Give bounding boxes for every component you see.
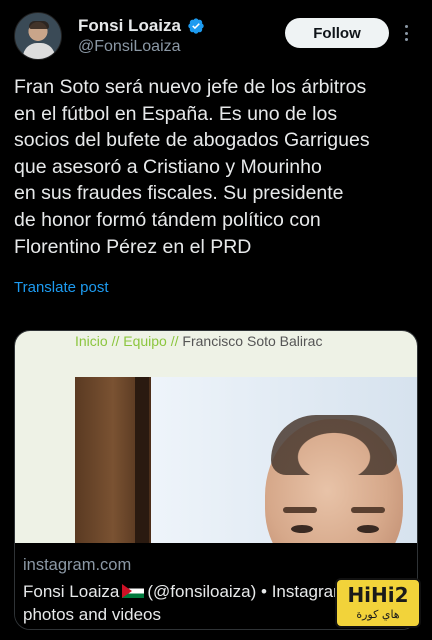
tweet-line: en el fútbol en España. Es uno de los [14, 102, 338, 125]
tweet-line: de honor formó tándem político con [14, 208, 321, 231]
author-handle[interactable]: @FonsiLoaiza [78, 38, 181, 56]
person-eye [291, 525, 313, 533]
tweet-line: que asesoró a Cristiano y Mourinho [14, 155, 322, 178]
avatar[interactable] [14, 12, 62, 60]
follow-button[interactable]: Follow [285, 18, 389, 48]
card-title-rest: (@fonsiloaiza) • Instagram [147, 582, 348, 601]
breadcrumb-current: Francisco Soto Balirac [182, 333, 323, 349]
watermark-logo: HiHi2 هاي كورة [335, 578, 421, 628]
person-eye [357, 525, 379, 533]
tweet-line: socios del bufete de abogados Garrigues [14, 129, 370, 152]
card-title-name: Fonsi Loaiza [23, 582, 120, 601]
person-hair [271, 415, 397, 475]
person-brow [351, 507, 385, 513]
watermark-text: HiHi2 [347, 583, 409, 607]
photo-shelf-edge [135, 377, 149, 543]
watermark-subtext: هاي كورة [356, 608, 400, 621]
person-brow [283, 507, 317, 513]
more-vertical-icon[interactable] [400, 22, 412, 44]
palestine-flag-icon [122, 584, 145, 598]
tweet-line: en sus fraudes fiscales. Su presidente [14, 182, 344, 205]
tweet-text: Fran Soto será nuevo jefe de los árbitro… [14, 74, 422, 260]
avatar-hair [29, 21, 49, 29]
verified-badge-icon [188, 18, 204, 34]
avatar-shirt [23, 43, 55, 59]
breadcrumb: Inicio // Equipo // Francisco Soto Balir… [75, 333, 322, 349]
author-name[interactable]: Fonsi Loaiza [78, 16, 181, 36]
breadcrumb-links: Inicio // Equipo // [75, 333, 179, 349]
card-domain: instagram.com [23, 556, 132, 574]
tweet-line: Fran Soto será nuevo jefe de los árbitro… [14, 76, 367, 98]
card-image[interactable]: Inicio // Equipo // Francisco Soto Balir… [15, 331, 417, 543]
author-name-row: Fonsi Loaiza [78, 16, 205, 36]
translate-post-link[interactable]: Translate post [14, 279, 109, 296]
tweet-line: Florentino Pérez en el PRD [14, 235, 252, 258]
tweet-header: Fonsi Loaiza @FonsiLoaiza Follow [0, 0, 432, 66]
